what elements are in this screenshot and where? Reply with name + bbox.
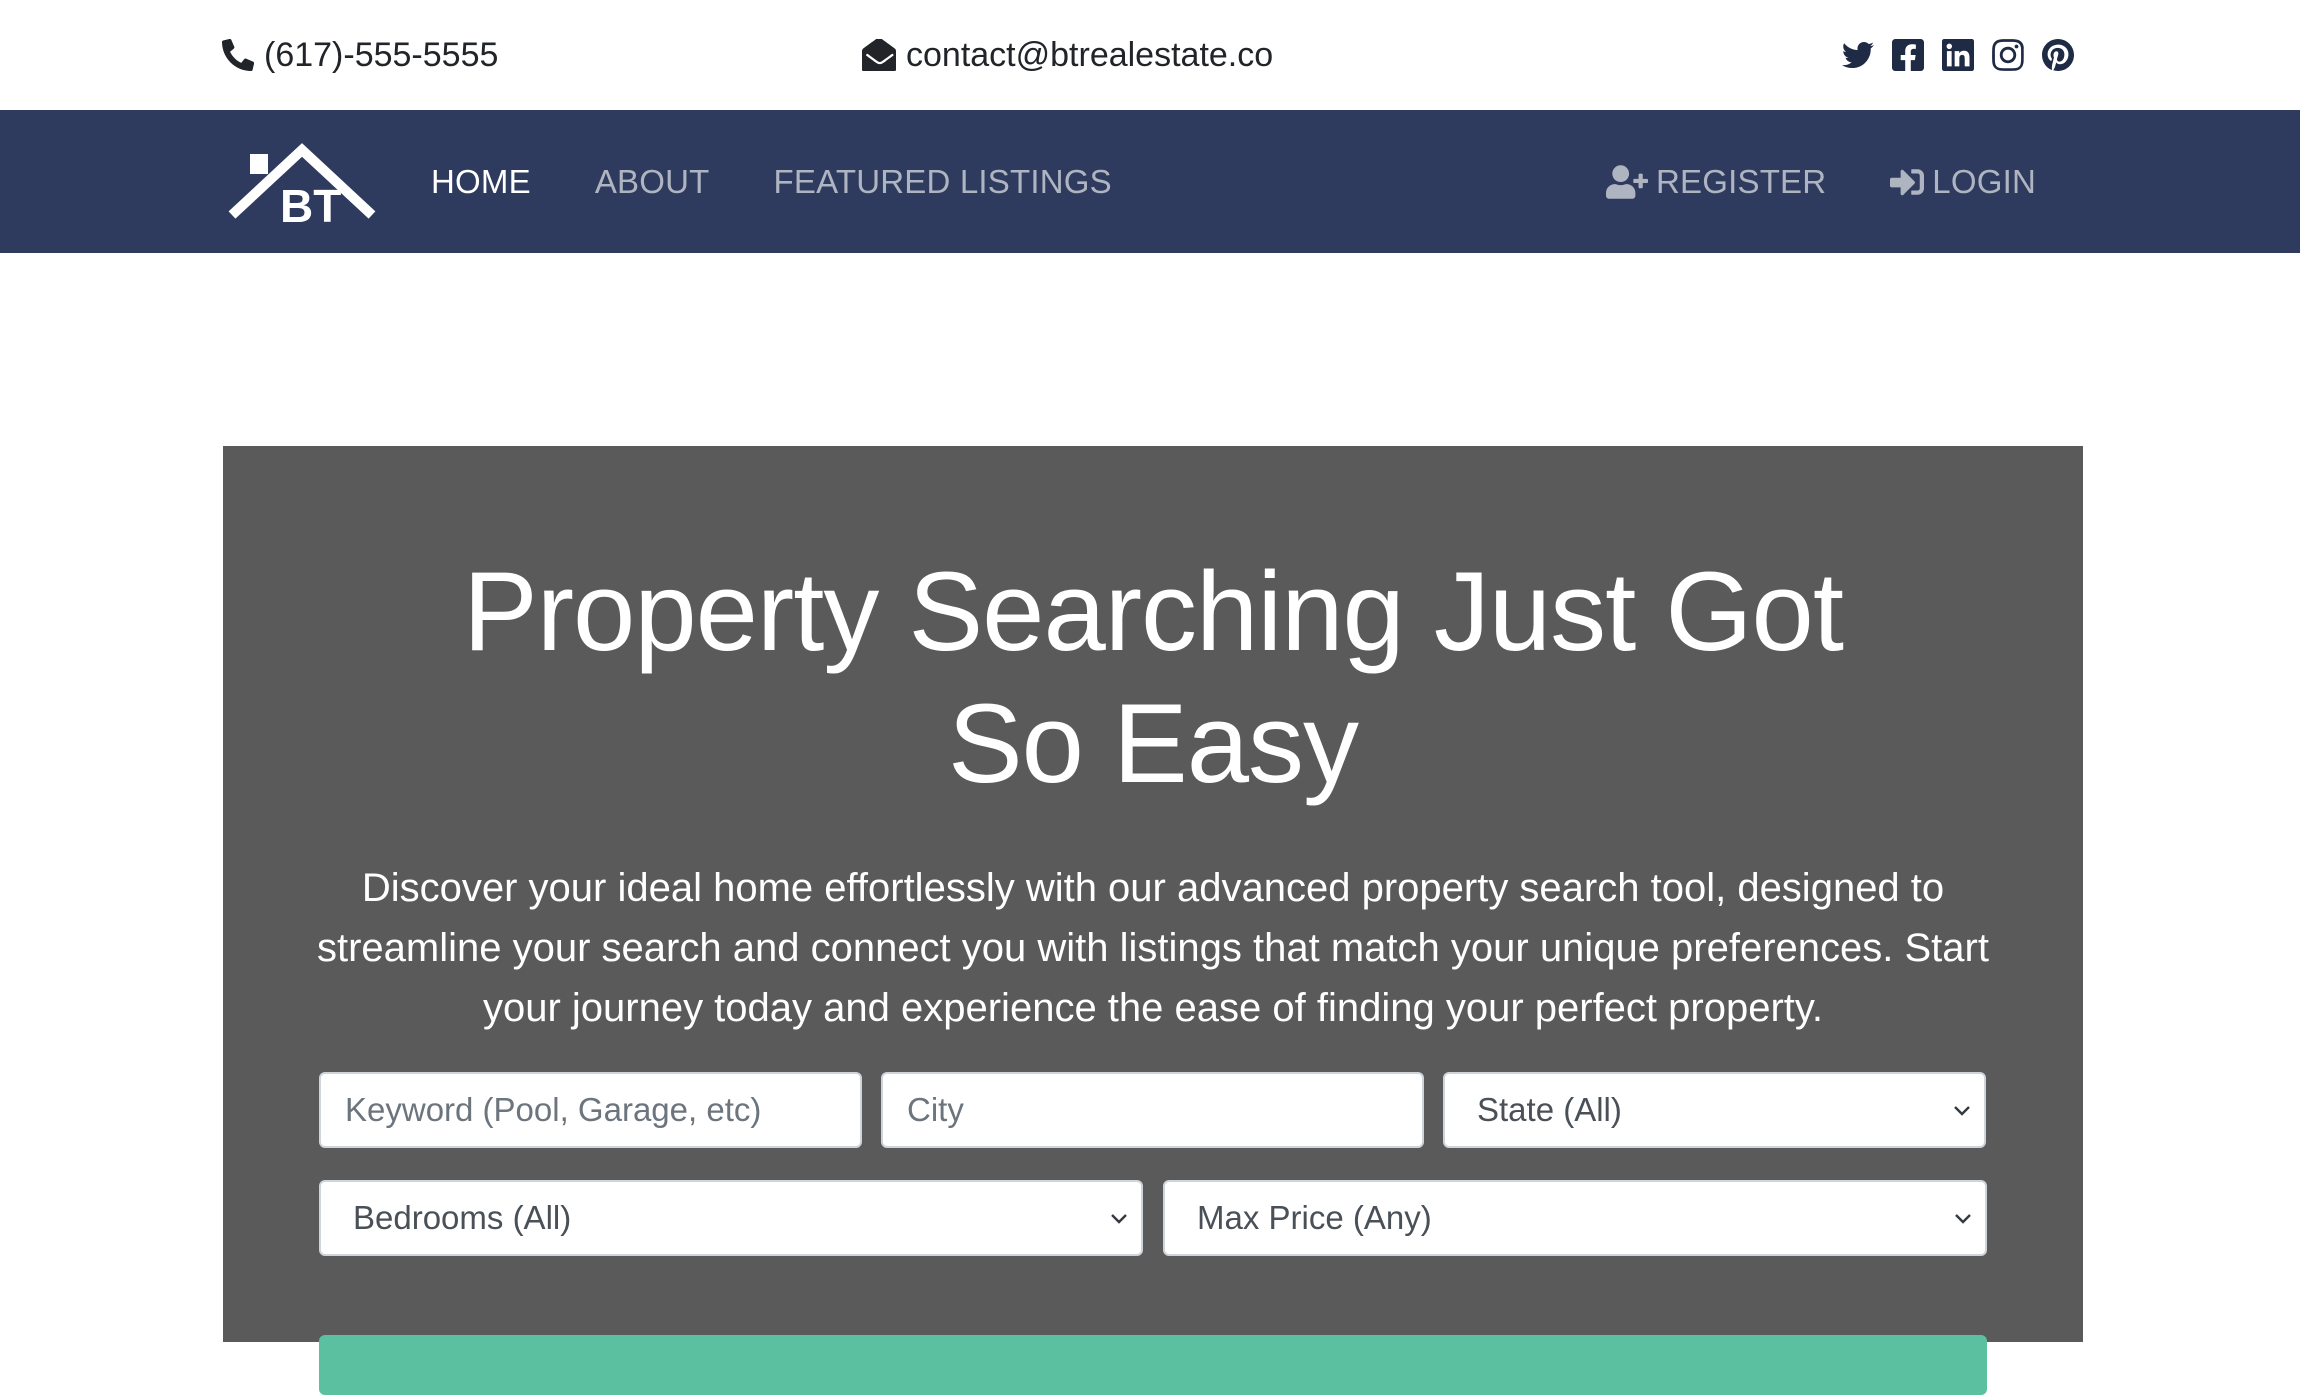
pinterest-icon[interactable] (2042, 39, 2074, 71)
svg-text:BT: BT (280, 180, 341, 224)
phone-icon (222, 39, 254, 71)
house-logo-icon: BT (228, 143, 376, 232)
keyword-input[interactable] (319, 1072, 862, 1148)
sign-in-icon (1890, 165, 1925, 199)
max-price-select[interactable]: Max Price (Any) (1163, 1180, 1987, 1256)
max-price-select-value: Max Price (Any) (1197, 1199, 1432, 1236)
twitter-icon[interactable] (1842, 39, 1874, 71)
brand-logo[interactable]: BT (228, 140, 376, 232)
user-plus-icon (1606, 164, 1648, 199)
chevron-down-icon (1109, 1211, 1129, 1225)
account-nav: REGISTER LOGIN (1606, 110, 2036, 253)
nav-register[interactable]: REGISTER (1606, 163, 1826, 201)
email-contact[interactable]: contact@btrealestate.co (862, 0, 1273, 110)
phone-contact[interactable]: (617)-555-5555 (222, 0, 498, 110)
facebook-icon[interactable] (1892, 39, 1924, 71)
city-input[interactable] (881, 1072, 1424, 1148)
search-submit-button[interactable] (319, 1335, 1987, 1395)
register-label: REGISTER (1656, 162, 1827, 200)
nav-featured-listings[interactable]: FEATURED LISTINGS (774, 163, 1112, 201)
chevron-down-icon (1953, 1211, 1973, 1225)
instagram-icon[interactable] (1992, 39, 2024, 71)
nav-about[interactable]: ABOUT (595, 163, 710, 201)
primary-nav: HOME ABOUT FEATURED LISTINGS (431, 110, 1112, 253)
hero-showcase: Property Searching Just Got So Easy Disc… (223, 446, 2083, 1395)
top-contact-bar: (617)-555-5555 contact@btrealestate.co (0, 0, 2300, 110)
envelope-open-icon (862, 39, 896, 71)
main-navbar: BT HOME ABOUT FEATURED LISTINGS REGISTER… (0, 110, 2300, 253)
state-select[interactable]: State (All) (1443, 1072, 1986, 1148)
phone-number: (617)-555-5555 (264, 35, 499, 74)
email-address: contact@btrealestate.co (906, 35, 1274, 74)
hero-title: Property Searching Just Got So Easy (463, 549, 1844, 806)
chevron-down-icon (1952, 1103, 1972, 1117)
login-label: LOGIN (1932, 162, 2036, 200)
nav-login[interactable]: LOGIN (1890, 163, 2036, 201)
nav-home[interactable]: HOME (431, 163, 531, 201)
social-links (1842, 0, 2074, 110)
linkedin-icon[interactable] (1942, 39, 1974, 71)
hero-lead: Discover your ideal home effortlessly wi… (317, 866, 1989, 1030)
bedrooms-select[interactable]: Bedrooms (All) (319, 1180, 1143, 1256)
bedrooms-select-value: Bedrooms (All) (353, 1199, 572, 1236)
state-select-value: State (All) (1477, 1091, 1622, 1128)
